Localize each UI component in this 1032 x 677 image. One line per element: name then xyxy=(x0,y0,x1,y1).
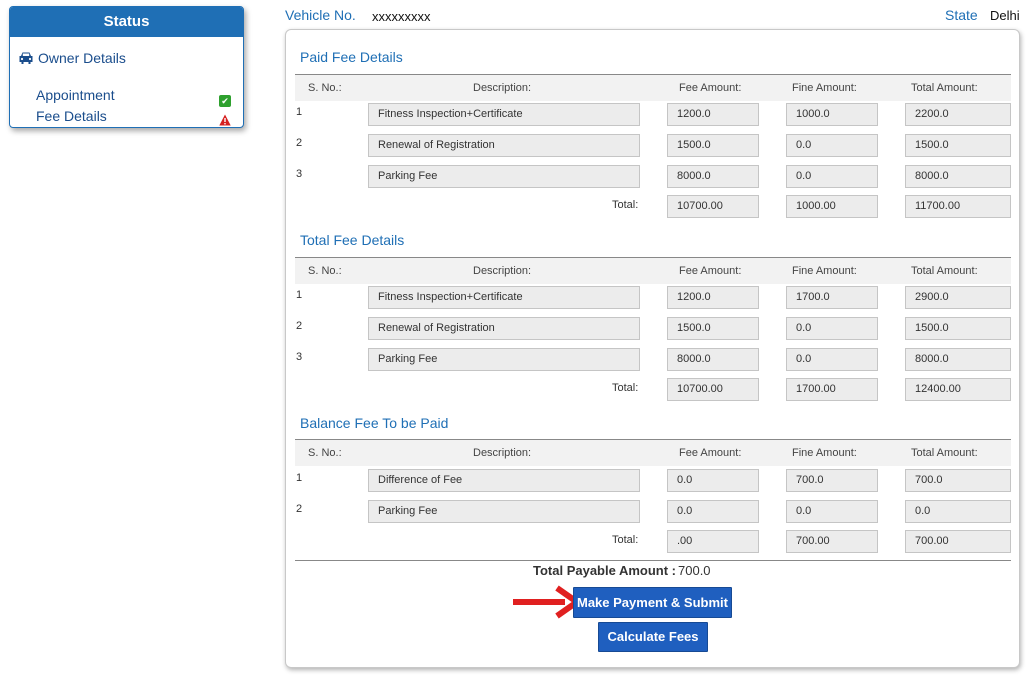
divider xyxy=(295,560,1011,561)
total-amount-field[interactable]: 1500.0 xyxy=(905,317,1011,340)
fine-amount-field[interactable]: 1000.0 xyxy=(786,103,878,126)
fine-amount-field[interactable]: 1700.0 xyxy=(786,286,878,309)
total-fee-title: Total Fee Details xyxy=(300,232,405,248)
description-field[interactable]: Fitness Inspection+Certificate xyxy=(368,286,640,309)
total-amount-field[interactable]: 1500.0 xyxy=(905,134,1011,157)
fee-amount-field[interactable]: 8000.0 xyxy=(667,348,759,371)
fee-amount-field[interactable]: 1500.0 xyxy=(667,317,759,340)
balance-table-header: S. No.: Description: Fee Amount: Fine Am… xyxy=(295,439,1011,466)
total-amount-field[interactable]: 2900.0 xyxy=(905,286,1011,309)
description-field[interactable]: Parking Fee xyxy=(368,165,640,188)
total-amount-field[interactable]: 2200.0 xyxy=(905,103,1011,126)
description-field[interactable]: Fitness Inspection+Certificate xyxy=(368,103,640,126)
fee-details-link[interactable]: Fee Details xyxy=(36,108,107,124)
row-number: 3 xyxy=(296,168,303,180)
owner-details-link[interactable]: Owner Details xyxy=(18,50,126,66)
red-arrow-icon xyxy=(513,585,581,619)
fee-amount-field[interactable]: 1500.0 xyxy=(667,134,759,157)
total-label: Total: xyxy=(612,382,639,394)
status-panel: Status Owner Details Appointment ✔ Fee D… xyxy=(9,6,244,128)
total-amount-field[interactable]: 700.0 xyxy=(905,469,1011,492)
col-total: Total Amount: xyxy=(911,447,978,459)
grand-total-field[interactable]: 11700.00 xyxy=(905,195,1011,218)
row-number: 1 xyxy=(296,472,303,484)
col-description: Description: xyxy=(473,265,532,277)
row-number: 2 xyxy=(296,137,303,149)
fine-amount-field[interactable]: 0.0 xyxy=(786,348,878,371)
row-number: 3 xyxy=(296,351,303,363)
description-field[interactable]: Parking Fee xyxy=(368,500,640,523)
total-amount-field[interactable]: 0.0 xyxy=(905,500,1011,523)
fee-amount-field[interactable]: 0.0 xyxy=(667,500,759,523)
description-field[interactable]: Difference of Fee xyxy=(368,469,640,492)
appointment-link[interactable]: Appointment xyxy=(36,87,115,103)
total-amount-field[interactable]: 8000.0 xyxy=(905,348,1011,371)
col-fine: Fine Amount: xyxy=(792,265,857,277)
warning-icon xyxy=(219,114,231,126)
state-label: State xyxy=(945,7,978,23)
row-number: 1 xyxy=(296,106,303,118)
row-number: 2 xyxy=(296,503,303,515)
calculate-fees-button[interactable]: Calculate Fees xyxy=(598,622,708,652)
total-label: Total: xyxy=(612,199,639,211)
car-icon xyxy=(19,52,33,64)
total-fine-field[interactable]: 1000.00 xyxy=(786,195,878,218)
vehicle-no-label: Vehicle No. xyxy=(285,7,356,23)
check-icon: ✔ xyxy=(219,95,231,107)
total-table-header: S. No.: Description: Fee Amount: Fine Am… xyxy=(295,257,1011,284)
col-sno: S. No.: xyxy=(308,447,342,459)
col-total: Total Amount: xyxy=(911,265,978,277)
fee-amount-field[interactable]: 0.0 xyxy=(667,469,759,492)
total-payable-label: Total Payable Amount : xyxy=(533,563,677,578)
fee-amount-field[interactable]: 1200.0 xyxy=(667,103,759,126)
fee-card: Paid Fee Details S. No.: Description: Fe… xyxy=(285,29,1020,668)
col-fee: Fee Amount: xyxy=(679,265,742,277)
row-number: 2 xyxy=(296,320,303,332)
description-field[interactable]: Renewal of Registration xyxy=(368,134,640,157)
total-fee-field[interactable]: 10700.00 xyxy=(667,195,759,218)
make-payment-submit-button[interactable]: Make Payment & Submit xyxy=(573,587,732,618)
grand-total-field[interactable]: 12400.00 xyxy=(905,378,1011,401)
description-field[interactable]: Parking Fee xyxy=(368,348,640,371)
col-sno: S. No.: xyxy=(308,82,342,94)
total-label: Total: xyxy=(612,534,639,546)
col-total: Total Amount: xyxy=(911,82,978,94)
total-payable-value: 700.0 xyxy=(678,563,711,578)
fine-amount-field[interactable]: 0.0 xyxy=(786,165,878,188)
description-field[interactable]: Renewal of Registration xyxy=(368,317,640,340)
col-fine: Fine Amount: xyxy=(792,82,857,94)
col-fee: Fee Amount: xyxy=(679,82,742,94)
total-fee-field[interactable]: 10700.00 xyxy=(667,378,759,401)
col-fine: Fine Amount: xyxy=(792,447,857,459)
col-sno: S. No.: xyxy=(308,265,342,277)
row-number: 1 xyxy=(296,289,303,301)
fine-amount-field[interactable]: 0.0 xyxy=(786,134,878,157)
grand-total-field[interactable]: 700.00 xyxy=(905,530,1011,553)
fee-amount-field[interactable]: 1200.0 xyxy=(667,286,759,309)
state-value: Delhi xyxy=(990,8,1020,23)
fine-amount-field[interactable]: 0.0 xyxy=(786,317,878,340)
fine-amount-field[interactable]: 0.0 xyxy=(786,500,878,523)
col-description: Description: xyxy=(473,447,532,459)
paid-table-header: S. No.: Description: Fee Amount: Fine Am… xyxy=(295,74,1011,101)
owner-details-label: Owner Details xyxy=(38,50,126,66)
total-fee-field[interactable]: .00 xyxy=(667,530,759,553)
total-amount-field[interactable]: 8000.0 xyxy=(905,165,1011,188)
total-fine-field[interactable]: 700.00 xyxy=(786,530,878,553)
total-fine-field[interactable]: 1700.00 xyxy=(786,378,878,401)
col-fee: Fee Amount: xyxy=(679,447,742,459)
balance-fee-title: Balance Fee To be Paid xyxy=(300,415,449,431)
paid-fee-title: Paid Fee Details xyxy=(300,49,403,65)
status-title: Status xyxy=(10,7,243,37)
fine-amount-field[interactable]: 700.0 xyxy=(786,469,878,492)
vehicle-no-value: xxxxxxxxx xyxy=(372,9,431,24)
fee-amount-field[interactable]: 8000.0 xyxy=(667,165,759,188)
col-description: Description: xyxy=(473,82,532,94)
